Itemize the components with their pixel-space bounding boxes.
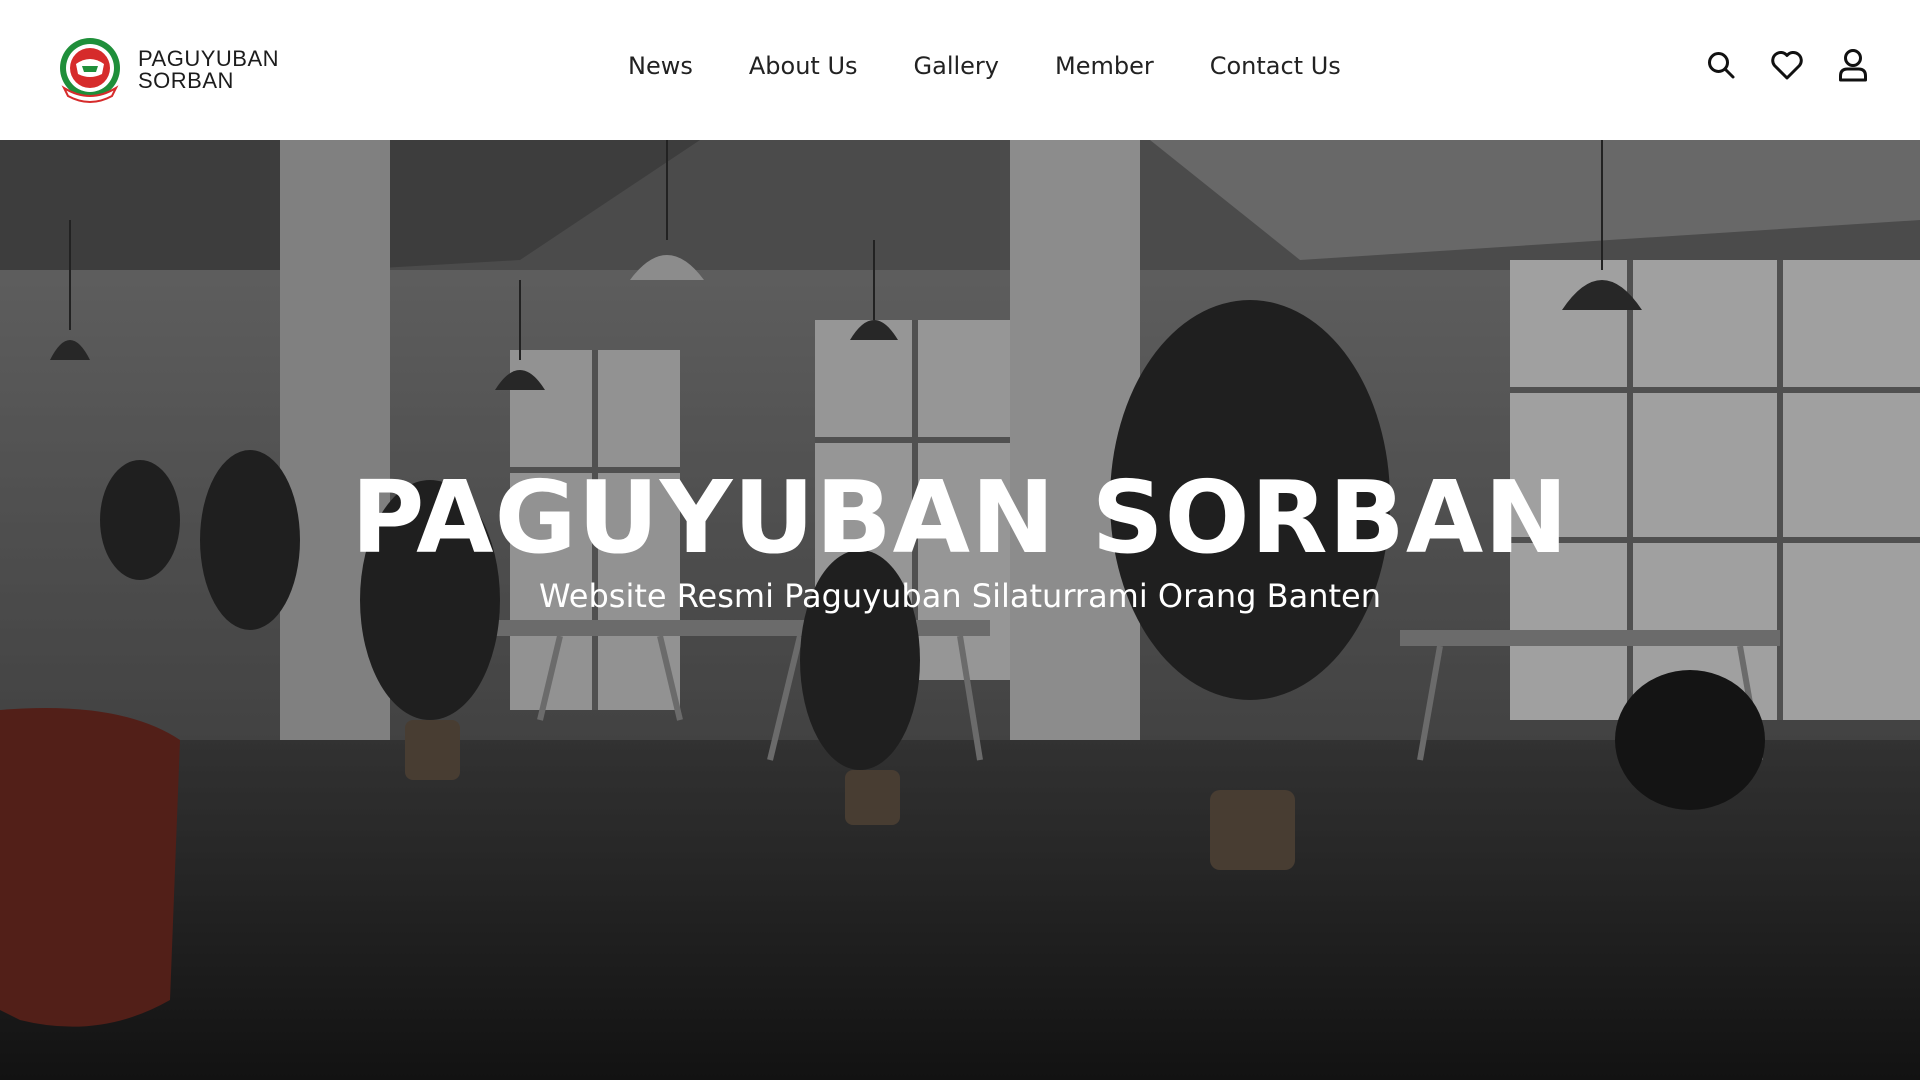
nav-about-us[interactable]: About Us (749, 52, 858, 80)
header-actions (1704, 48, 1870, 82)
search-icon (1708, 52, 1735, 79)
hero-subtitle: Website Resmi Paguyuban Silaturrami Oran… (539, 577, 1381, 615)
paguyuban-sorban-emblem-icon (60, 38, 120, 103)
site-header: PAGUYUBAN SORBAN News About Us Gallery M… (0, 0, 1920, 140)
brand-name-line2: SORBAN (138, 68, 234, 93)
heart-icon (1771, 51, 1803, 80)
brand-name: PAGUYUBAN SORBAN (138, 48, 279, 92)
hero-section: PAGUYUBAN SORBAN Website Resmi Paguyuban… (0, 140, 1920, 1080)
brand-logo-link[interactable]: PAGUYUBAN SORBAN (54, 34, 279, 106)
brand-name-line1: PAGUYUBAN (138, 46, 280, 71)
nav-contact-us[interactable]: Contact Us (1210, 52, 1341, 80)
wishlist-button[interactable] (1770, 48, 1804, 82)
nav-news[interactable]: News (628, 52, 693, 80)
nav-member[interactable]: Member (1055, 52, 1154, 80)
user-icon (1839, 49, 1867, 82)
account-button[interactable] (1836, 48, 1870, 82)
nav-gallery[interactable]: Gallery (914, 52, 999, 80)
hero-title: PAGUYUBAN SORBAN (351, 459, 1569, 576)
main-nav: News About Us Gallery Member Contact Us (628, 52, 1341, 80)
search-button[interactable] (1704, 48, 1738, 82)
